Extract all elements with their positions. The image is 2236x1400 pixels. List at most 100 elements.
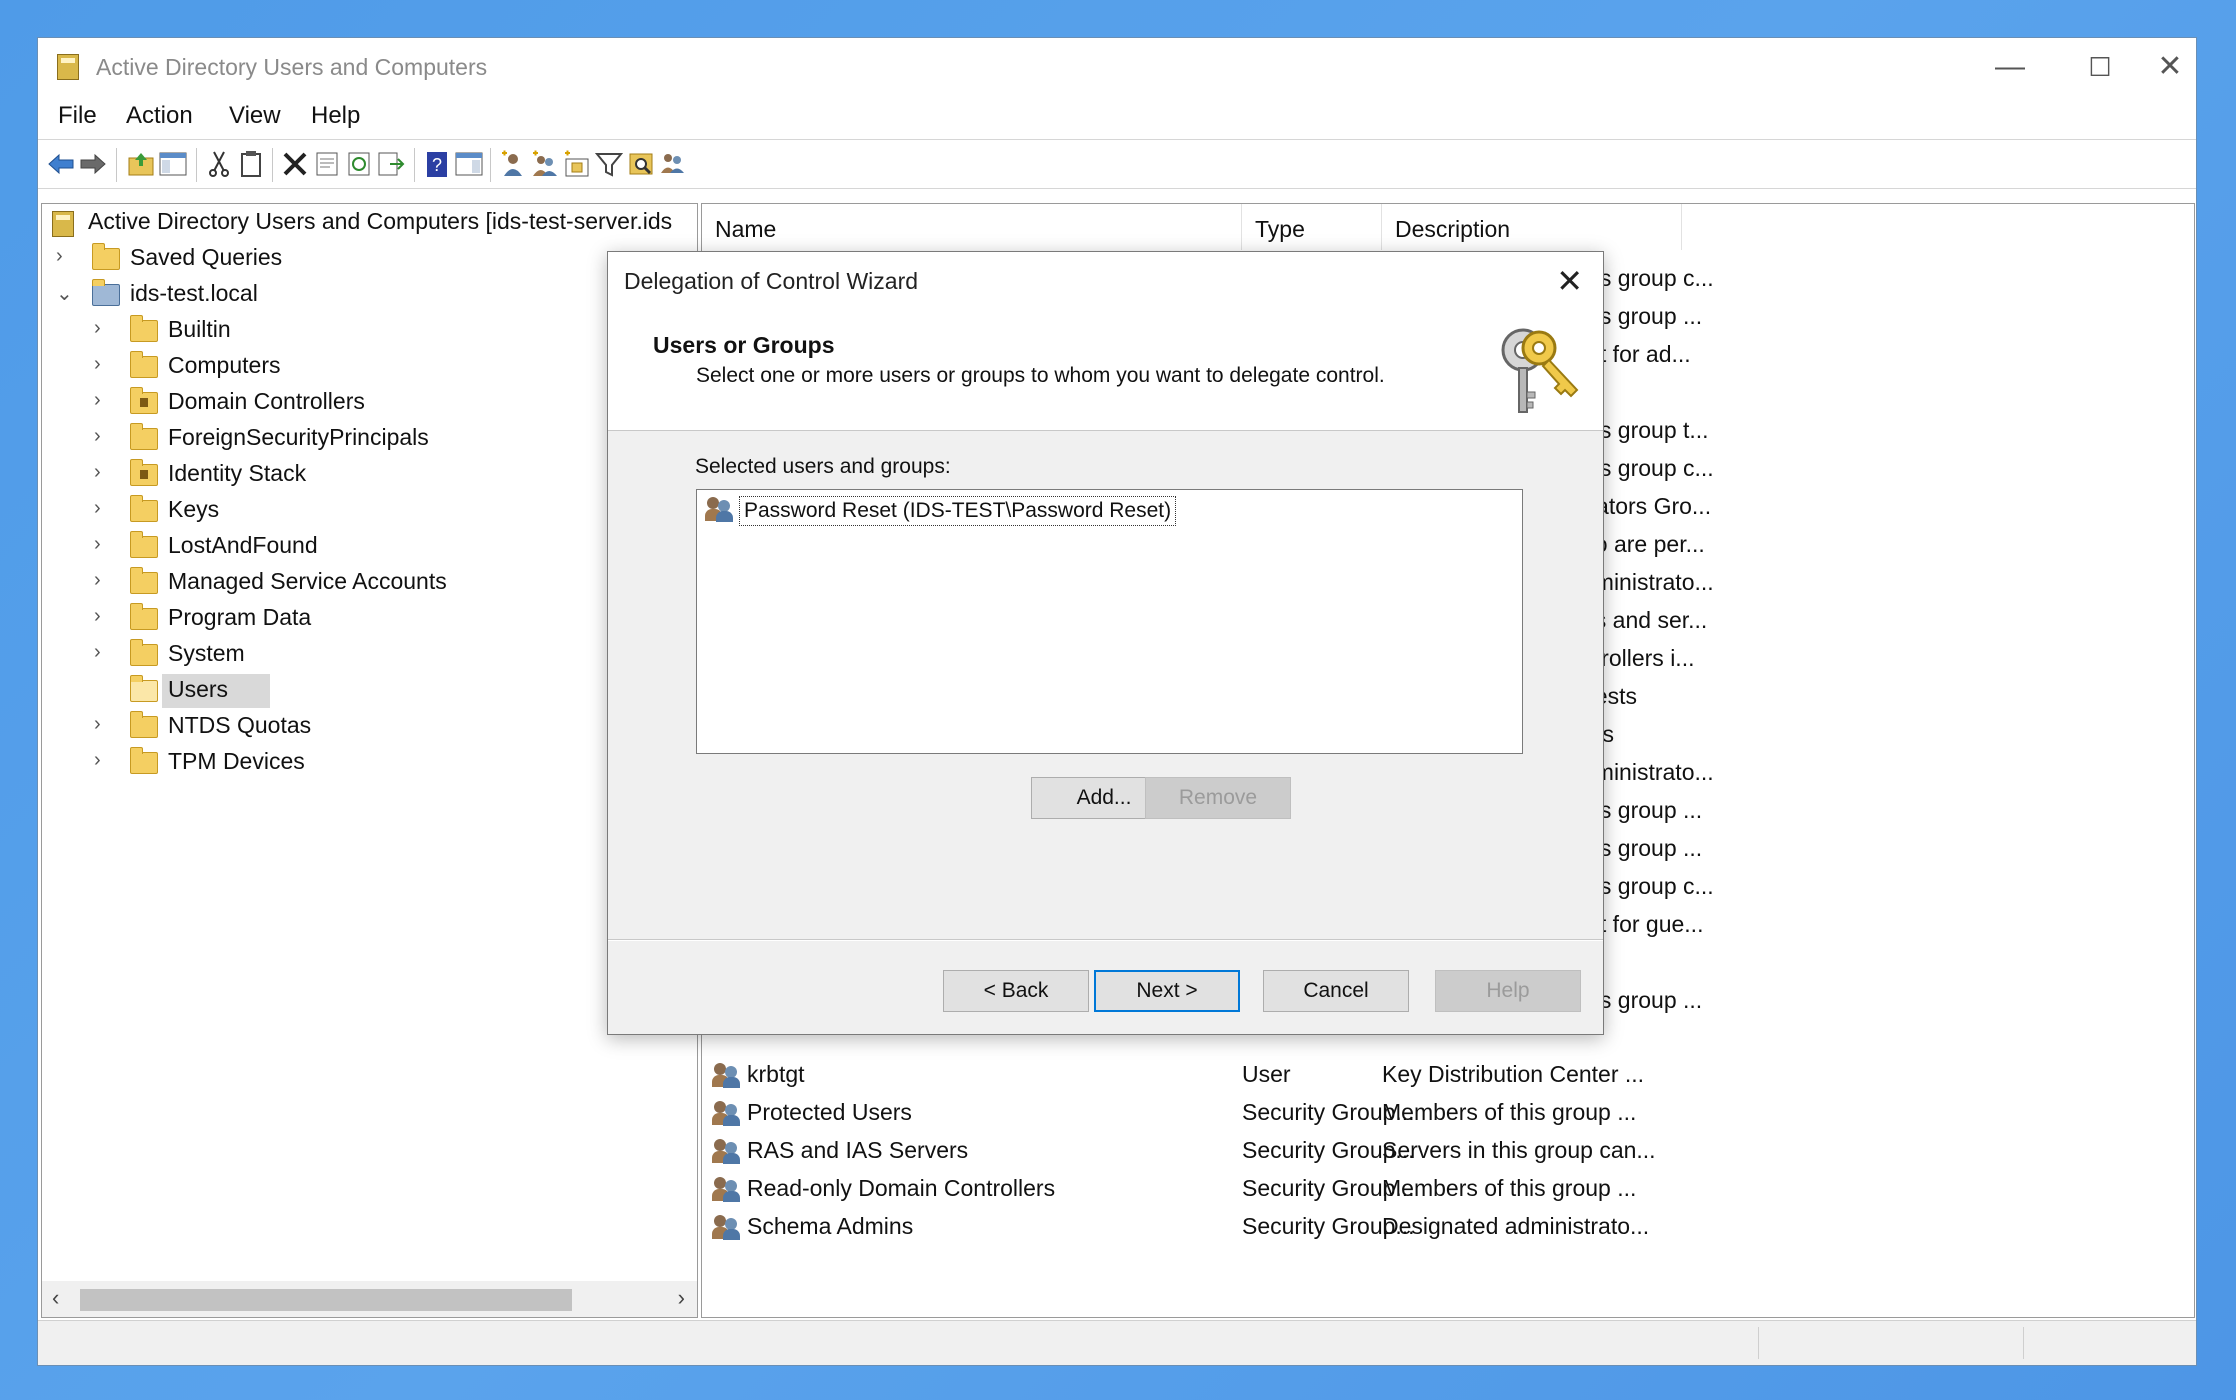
description-cell: Designated administrato... [1382, 1213, 1650, 1239]
menu-action[interactable]: Action [126, 102, 193, 130]
folder-icon [92, 243, 120, 270]
tree-item-label: Computers [168, 352, 281, 378]
aduc-root-icon [52, 211, 74, 237]
close-window-button[interactable]: ✕ [2145, 46, 2195, 88]
collapsed-chevron-icon[interactable]: › [94, 641, 101, 664]
description-cell: Servers in this group can... [1382, 1137, 1656, 1163]
tree-horizontal-scrollbar[interactable]: ‹ › [42, 1281, 697, 1317]
show-hide-console-tree-icon[interactable] [158, 149, 188, 179]
status-bar [38, 1320, 2196, 1365]
cut-icon[interactable] [204, 149, 234, 179]
collapsed-chevron-icon[interactable]: › [94, 569, 101, 592]
filter-icon[interactable] [594, 149, 624, 179]
scroll-left-arrow[interactable]: ‹ [52, 1285, 59, 1311]
folder-icon [130, 495, 158, 522]
name-cell: RAS and IAS Servers [747, 1137, 969, 1163]
back-button[interactable]: < Back [943, 970, 1089, 1012]
dialog-divider-highlight [608, 940, 1603, 941]
tree-item-label: TPM Devices [168, 748, 305, 774]
aduc-app-icon [57, 54, 79, 80]
new-user-icon[interactable] [498, 149, 528, 179]
tree-item-label: Program Data [168, 604, 312, 630]
collapsed-chevron-icon[interactable]: › [94, 353, 101, 376]
maximize-button[interactable]: ☐ [2055, 46, 2145, 88]
name-cell: krbtgt [747, 1061, 805, 1087]
tree-item-label: Domain Controllers [168, 388, 365, 414]
find-icon[interactable] [626, 149, 656, 179]
folder-icon [130, 603, 158, 630]
list-row[interactable]: Protected Users Security Group... Members … [702, 1096, 1802, 1130]
tree-item-label: Saved Queries [130, 244, 283, 270]
toolbar-separator [414, 148, 415, 182]
dialog-close-button[interactable]: ✕ [1556, 262, 1583, 300]
toolbar-separator [196, 148, 197, 182]
dialog-title: Delegation of Control Wizard [624, 268, 919, 294]
minimize-button[interactable]: — [1965, 46, 2055, 88]
new-group-icon[interactable] [530, 149, 560, 179]
collapsed-chevron-icon[interactable]: › [94, 461, 101, 484]
scroll-right-arrow[interactable]: › [678, 1285, 685, 1311]
column-header-type[interactable]: Type [1242, 204, 1382, 250]
group-icon [712, 1214, 740, 1240]
description-cell: Members of this group ... [1382, 1175, 1637, 1201]
action-pane-icon[interactable] [454, 149, 484, 179]
menu-bar: File Action View Help [38, 96, 2196, 136]
tree-item-label: ForeignSecurityPrincipals [168, 424, 429, 450]
refresh-icon[interactable] [344, 149, 374, 179]
list-row[interactable]: Read-only Domain Controllers Security Gro… [702, 1172, 1802, 1206]
description-cell: Members of this group ... [1382, 1099, 1637, 1125]
collapsed-chevron-icon[interactable]: › [94, 389, 101, 412]
collapsed-chevron-icon[interactable]: › [94, 497, 101, 520]
expanded-chevron-icon[interactable]: ⌄ [56, 281, 73, 306]
column-header-description[interactable]: Description [1382, 204, 1682, 250]
list-row[interactable]: krbtgt User Key Distribution Center ... [702, 1058, 1802, 1092]
collapsed-chevron-icon[interactable]: › [94, 605, 101, 628]
domain-icon [92, 279, 120, 306]
collapsed-chevron-icon[interactable]: › [94, 533, 101, 556]
forward-icon[interactable] [78, 149, 108, 179]
folder-icon [130, 711, 158, 738]
export-list-icon[interactable] [376, 149, 406, 179]
keys-icon [1501, 328, 1579, 413]
tree-item-label: Builtin [168, 316, 231, 342]
collapsed-chevron-icon[interactable]: › [94, 317, 101, 340]
list-row[interactable]: RAS and IAS Servers Security Group... Serv… [702, 1134, 1802, 1168]
toolbar-separator [272, 148, 273, 182]
scrollbar-thumb[interactable] [80, 1289, 572, 1311]
menu-help[interactable]: Help [311, 102, 360, 130]
collapsed-chevron-icon[interactable]: › [94, 713, 101, 736]
next-button[interactable]: Next > [1094, 970, 1240, 1012]
remove-button[interactable]: Remove [1145, 777, 1291, 819]
title-bar[interactable]: Active Directory Users and Computers — ☐… [38, 38, 2196, 96]
menu-view[interactable]: View [229, 102, 281, 130]
up-folder-icon[interactable] [126, 149, 156, 179]
new-ou-icon[interactable] [562, 149, 592, 179]
wizard-page-subheading: Select one or more users or groups to wh… [696, 364, 1385, 387]
copy-icon[interactable] [236, 149, 266, 179]
menu-file[interactable]: File [58, 102, 97, 130]
folder-icon [130, 531, 158, 558]
delete-icon[interactable] [280, 149, 310, 179]
group-icon [712, 1138, 740, 1164]
folder-icon [130, 423, 158, 450]
list-row[interactable]: Schema Admins Security Group... Designated… [702, 1210, 1802, 1244]
back-icon[interactable] [46, 149, 76, 179]
folder-icon [130, 387, 158, 414]
add-to-group-icon[interactable] [658, 149, 688, 179]
properties-icon[interactable] [312, 149, 342, 179]
wizard-page-heading: Users or Groups [653, 332, 835, 358]
help-button[interactable]: Help [1435, 970, 1581, 1012]
tree-item-label: Keys [168, 496, 220, 522]
user-icon [712, 1062, 740, 1088]
selected-users-listbox[interactable]: Password Reset (IDS-TEST\Password Reset) [696, 489, 1523, 754]
folder-icon [130, 351, 158, 378]
tree-item-label: LostAndFound [168, 532, 318, 558]
column-header-name[interactable]: Name [702, 204, 1242, 250]
svg-text:?: ? [432, 155, 442, 175]
collapsed-chevron-icon[interactable]: › [56, 245, 63, 268]
help-icon[interactable]: ? [422, 149, 452, 179]
cancel-button[interactable]: Cancel [1263, 970, 1409, 1012]
collapsed-chevron-icon[interactable]: › [94, 425, 101, 448]
collapsed-chevron-icon[interactable]: › [94, 749, 101, 772]
name-cell: Read-only Domain Controllers [747, 1175, 1056, 1201]
